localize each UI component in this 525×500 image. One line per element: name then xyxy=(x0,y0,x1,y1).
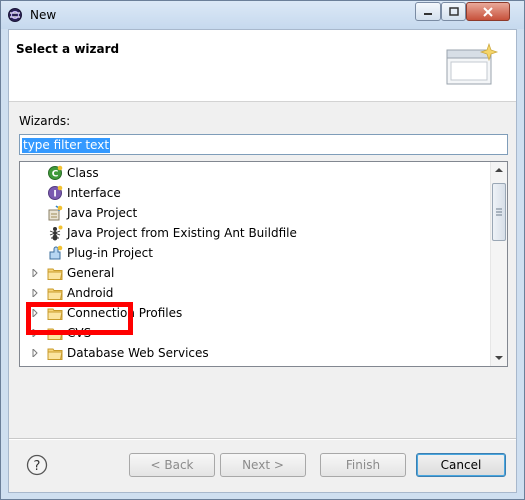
folder-icon xyxy=(47,268,63,280)
scroll-down-icon[interactable] xyxy=(491,349,507,366)
cancel-button[interactable]: Cancel xyxy=(416,453,506,477)
expand-arrow-icon[interactable] xyxy=(31,329,39,337)
wizard-tree[interactable]: C Class I Interface Java Project Java Pr… xyxy=(19,161,508,367)
finish-button[interactable]: Finish xyxy=(320,453,406,477)
tree-item-java-project[interactable]: Java Project xyxy=(20,203,490,223)
tree-item-plugin-project[interactable]: Plug-in Project xyxy=(20,243,490,263)
tree-item-label: CVS xyxy=(67,326,92,340)
tree-item-database-web-services[interactable]: Database Web Services xyxy=(20,343,490,363)
tree-item-java-project-ant[interactable]: Java Project from Existing Ant Buildfile xyxy=(20,223,490,243)
tree-item-android[interactable]: Android xyxy=(20,283,490,303)
tree-item-label: Class xyxy=(67,166,99,180)
tree-item-label: Android xyxy=(67,286,114,300)
footer-separator xyxy=(9,438,516,440)
expand-arrow-icon[interactable] xyxy=(31,309,39,317)
folder-icon xyxy=(47,328,63,340)
ant-icon xyxy=(49,225,63,241)
filter-input[interactable] xyxy=(19,134,508,155)
wizard-banner-icon xyxy=(446,42,499,85)
tree-item-label: Java Project from Existing Ant Buildfile xyxy=(67,226,297,240)
interface-icon: I xyxy=(48,185,63,200)
title-bar[interactable]: New xyxy=(1,1,524,29)
folder-icon xyxy=(47,348,63,360)
java-project-icon xyxy=(48,205,63,221)
minimize-button[interactable] xyxy=(415,2,441,21)
close-button[interactable] xyxy=(466,2,510,21)
svg-text:?: ? xyxy=(34,459,41,474)
svg-text:C: C xyxy=(52,170,59,180)
scroll-up-icon[interactable] xyxy=(491,162,507,179)
tree-scrollbar[interactable] xyxy=(490,162,507,366)
svg-text:I: I xyxy=(53,190,56,200)
next-button[interactable]: Next > xyxy=(220,453,306,477)
close-icon xyxy=(483,6,493,17)
folder-icon xyxy=(47,308,63,320)
tree-item-label: Connection Profiles xyxy=(67,306,183,320)
back-button[interactable]: < Back xyxy=(129,453,215,477)
maximize-icon xyxy=(448,6,459,16)
tree-item-general[interactable]: General xyxy=(20,263,490,283)
wizard-banner: Select a wizard xyxy=(9,30,516,102)
plugin-icon xyxy=(49,245,63,260)
tree-item-interface[interactable]: I Interface xyxy=(20,183,490,203)
tree-item-connection-profiles[interactable]: Connection Profiles xyxy=(20,303,490,323)
tree-item-label: General xyxy=(67,266,115,280)
tree-item-class[interactable]: C Class xyxy=(20,163,490,183)
help-icon[interactable]: ? xyxy=(26,454,48,476)
expand-arrow-icon[interactable] xyxy=(31,349,39,357)
wizards-label: Wizards: xyxy=(19,114,71,128)
expand-arrow-icon[interactable] xyxy=(31,269,39,277)
banner-title: Select a wizard xyxy=(16,42,120,56)
class-icon: C xyxy=(48,165,63,180)
dialog-client-area: Select a wizard Wizards: type filter tex… xyxy=(8,29,517,493)
maximize-button[interactable] xyxy=(441,2,466,21)
expand-arrow-icon[interactable] xyxy=(31,289,39,297)
minimize-icon xyxy=(424,12,432,15)
eclipse-icon xyxy=(8,8,22,22)
tree-item-cvs[interactable]: CVS xyxy=(20,323,490,343)
new-wizard-window: New Select a wizard Wizards: type filter… xyxy=(0,0,525,500)
scroll-thumb[interactable] xyxy=(492,183,506,241)
tree-item-label: Interface xyxy=(67,186,121,200)
window-title: New xyxy=(30,8,57,22)
tree-item-label: Database Web Services xyxy=(67,346,209,360)
folder-icon xyxy=(47,288,63,300)
tree-item-label: Plug-in Project xyxy=(67,246,153,260)
grip-icon xyxy=(496,208,502,216)
tree-item-label: Java Project xyxy=(67,206,138,220)
